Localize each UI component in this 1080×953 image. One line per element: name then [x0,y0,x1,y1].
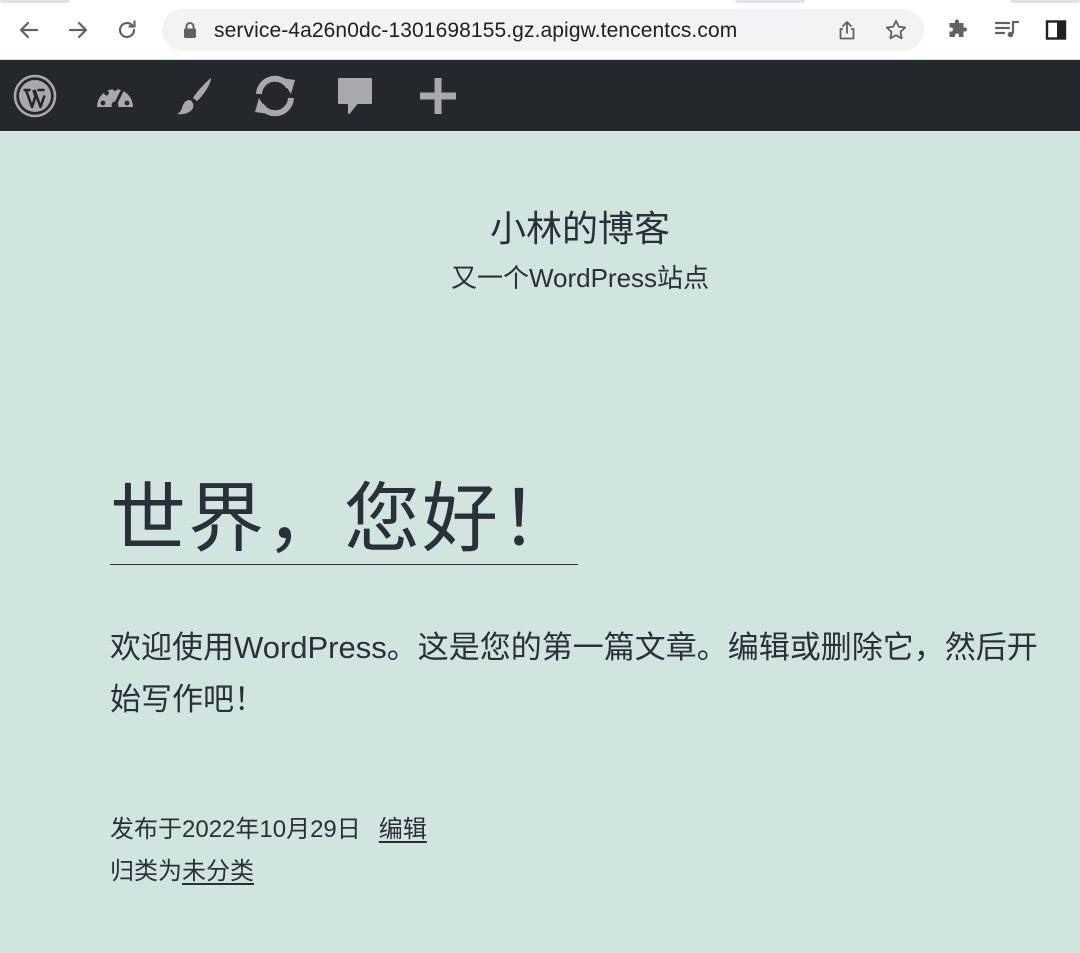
new-content-button[interactable] [414,72,462,120]
reload-button[interactable] [111,14,143,46]
back-button[interactable] [13,14,45,46]
wordpress-menu-button[interactable] [11,72,59,120]
browser-toolbar: service-4a26n0dc-1301698155.gz.apigw.ten… [0,0,1080,60]
forward-button[interactable] [62,14,94,46]
comments-button[interactable] [331,72,379,120]
extensions-button[interactable] [942,14,974,46]
address-bar[interactable]: service-4a26n0dc-1301698155.gz.apigw.ten… [162,9,924,51]
reload-icon [118,20,136,39]
url-text[interactable]: service-4a26n0dc-1301698155.gz.apigw.ten… [214,19,737,43]
edit-post-link[interactable]: 编辑 [379,816,427,843]
customize-button[interactable] [171,72,219,120]
bookmark-button[interactable] [883,17,909,43]
tab-strip-edge [1010,0,1080,3]
queue-music-icon [994,20,1020,38]
post-category-meta: 归类为未分类 [110,851,254,886]
dashboard-icon [97,86,133,109]
published-date: 2022年10月29日 [182,816,361,843]
wp-admin-bar [0,60,1080,131]
new-content-plus-icon [420,78,456,114]
post-title-link[interactable]: 世界，您好！ [110,478,578,565]
category-link[interactable]: 未分类 [182,858,254,885]
dashboard-button[interactable] [91,72,139,120]
media-control-button[interactable] [991,14,1023,46]
arrow-left-icon [19,21,39,39]
site-description: 又一个WordPress站点 [450,263,710,293]
site-title[interactable]: 小林的博客 [0,200,1080,252]
wordpress-logo-icon [13,74,57,118]
updates-icon [255,75,295,117]
puzzle-icon [949,19,967,37]
tab-strip-edge [0,0,70,3]
lock-icon [184,22,196,38]
comments-icon [338,78,372,114]
side-panel-button[interactable] [1040,14,1072,46]
tab-strip-edge [735,0,805,3]
post-published-meta: 发布于2022年10月29日 编辑 [110,809,427,844]
share-button[interactable] [834,17,860,43]
customize-brush-icon [177,78,211,115]
published-prefix: 发布于 [110,816,182,843]
post-content: 欢迎使用WordPress。这是您的第一篇文章。编辑或删除它，然后开始写作吧！ [110,630,1038,717]
share-icon [839,21,855,40]
arrow-right-icon [68,21,88,39]
star-icon [885,19,907,40]
category-prefix: 归类为 [110,858,182,885]
side-panel-icon [1045,20,1067,40]
updates-button[interactable] [251,72,299,120]
